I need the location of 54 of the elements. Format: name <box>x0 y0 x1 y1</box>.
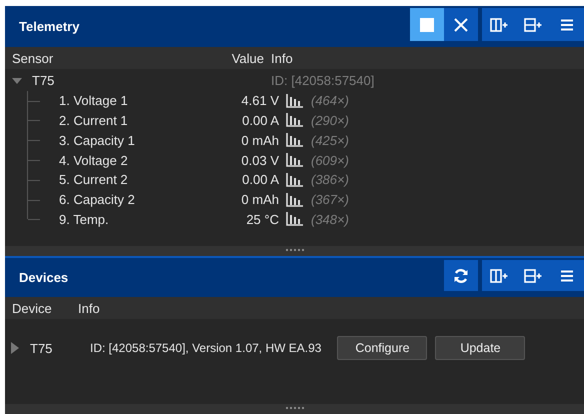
menu-icon <box>561 270 573 282</box>
device-name[interactable]: T75 <box>30 340 90 356</box>
column-header[interactable]: Info <box>271 50 293 66</box>
add-row-icon <box>524 268 542 282</box>
sample-count: (386×) <box>311 172 349 188</box>
column-header[interactable]: Info <box>78 300 100 316</box>
sensor-name[interactable]: 5. Current 2 <box>59 172 128 188</box>
bar-chart-icon[interactable] <box>286 133 303 148</box>
add-column-icon <box>490 18 508 32</box>
sensor-name[interactable]: 4. Voltage 2 <box>59 152 128 168</box>
close-icon <box>454 18 468 32</box>
sample-count: (609×) <box>311 152 349 168</box>
column-header[interactable]: Value <box>208 50 264 66</box>
sensor-value: 0 mAh <box>240 192 279 208</box>
bar-chart-icon[interactable] <box>286 172 303 187</box>
device-info: ID: [42058:57540], Version 1.07, HW EA.93 <box>90 341 322 355</box>
sensor-value: 0.00 A <box>241 172 279 188</box>
sample-count: (464×) <box>311 93 349 108</box>
bar-chart-icon[interactable] <box>286 212 303 226</box>
add-column-icon <box>490 268 508 282</box>
sensor-value: 4.61 V <box>240 93 279 108</box>
configure-button[interactable]: Configure <box>337 336 428 360</box>
add-row-icon <box>524 18 542 32</box>
sensor-name[interactable]: 2. Current 1 <box>59 112 128 128</box>
sensor-value: 0.03 V <box>240 152 279 168</box>
bar-chart-icon[interactable] <box>286 94 303 108</box>
sample-count: (348×) <box>311 212 349 227</box>
column-header[interactable]: Device <box>12 300 78 316</box>
collapse-arrow-icon[interactable] <box>12 76 22 86</box>
expand-arrow-icon[interactable] <box>10 342 20 354</box>
sensor-name[interactable]: 9. Temp. <box>59 212 109 227</box>
refresh-icon <box>453 268 469 284</box>
bar-chart-icon[interactable] <box>286 153 303 168</box>
panel-title: Telemetry <box>18 18 80 36</box>
menu-icon <box>561 18 573 30</box>
sample-count: (290×) <box>311 112 349 128</box>
sensor-name[interactable]: 3. Capacity 1 <box>59 132 135 148</box>
sensor-value: 25 °C <box>245 212 279 227</box>
sample-count: (367×) <box>311 192 349 208</box>
column-header[interactable]: Sensor <box>12 50 208 66</box>
bar-chart-icon[interactable] <box>286 192 303 207</box>
sensor-name[interactable]: 6. Capacity 2 <box>59 192 135 208</box>
stop-icon <box>420 18 434 32</box>
panel-title: Devices <box>18 269 70 287</box>
splitter-handle[interactable] <box>5 404 584 414</box>
update-button[interactable]: Update <box>435 336 526 360</box>
sensor-name[interactable]: 1. Voltage 1 <box>59 93 128 108</box>
device-id: ID: [42058:57540] <box>271 73 374 88</box>
bar-chart-icon[interactable] <box>286 113 303 128</box>
tree-node-label[interactable]: T75 <box>32 73 54 88</box>
splitter-handle[interactable] <box>5 246 584 256</box>
sample-count: (425×) <box>311 132 349 148</box>
sensor-value: 0 mAh <box>240 132 279 148</box>
sensor-value: 0.00 A <box>241 112 279 128</box>
